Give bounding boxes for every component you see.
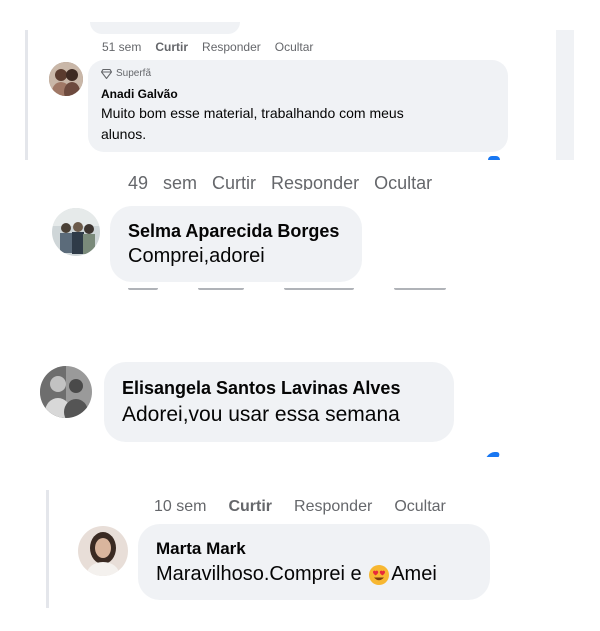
scroll-indicator — [488, 156, 500, 160]
comment-panel-1: 51 sem Curtir Responder Ocultar Superfã … — [25, 22, 574, 160]
avatar[interactable] — [78, 526, 128, 576]
comment-bubble: Superfã Anadi Galvão Muito bom esse mate… — [88, 60, 508, 152]
timestamp[interactable]: 51 sem — [102, 40, 141, 54]
previous-bubble-bottom — [90, 22, 240, 34]
comment-bubble: Selma Aparecida Borges Comprei,adorei — [110, 206, 362, 282]
comment-actions: 51 sem Curtir Responder Ocultar — [102, 40, 313, 54]
comment-text: Maravilhoso.Comprei e Amei — [156, 563, 437, 586]
thread-line — [25, 30, 28, 160]
author-name[interactable]: Selma Aparecida Borges — [128, 221, 339, 242]
cropped-actions-top: 49 sem Curtir Responder Ocultar — [128, 176, 433, 190]
cropped-actions-bottom — [128, 288, 458, 293]
comment-bubble: Marta Mark Maravilhoso.Comprei e Amei — [138, 524, 490, 600]
like-button[interactable]: Curtir — [228, 498, 272, 516]
avatar[interactable] — [40, 366, 92, 418]
comment-text-line-2: alunos. — [101, 126, 147, 142]
avatar[interactable] — [52, 208, 100, 256]
thread-line — [46, 490, 49, 608]
reply-button[interactable]: Responder — [202, 40, 261, 54]
diamond-icon — [101, 68, 112, 79]
scrollbar-track — [556, 30, 574, 160]
badge-label: Superfã — [116, 68, 152, 79]
comment-bubble: Elisangela Santos Lavinas Alves Adorei,v… — [104, 362, 454, 442]
comment-text: Comprei,adorei — [128, 245, 265, 267]
scroll-indicator — [486, 452, 502, 457]
avatar-photo-icon — [40, 366, 92, 418]
timestamp[interactable]: 10 sem — [154, 498, 206, 516]
comment-text: Adorei,vou usar essa semana — [122, 403, 400, 426]
comment-panel-4: 10 sem Curtir Responder Ocultar Marta Ma… — [46, 490, 500, 608]
comment-text-line-1: Muito bom esse material, trabalhando com… — [101, 105, 404, 121]
superfan-badge: Superfã — [101, 68, 151, 79]
hide-button[interactable]: Ocultar — [394, 498, 446, 516]
author-name[interactable]: Elisangela Santos Lavinas Alves — [122, 378, 400, 399]
comment-text-part-1: Maravilhoso.Comprei e — [156, 563, 368, 585]
comment-text-part-2: Amei — [391, 563, 437, 585]
avatar-photo-icon — [49, 62, 83, 96]
heart-eyes-emoji-icon — [369, 564, 390, 585]
reply-button[interactable]: Responder — [294, 498, 372, 516]
avatar[interactable] — [49, 62, 83, 96]
avatar-photo-icon — [78, 526, 128, 576]
hide-button[interactable]: Ocultar — [275, 40, 314, 54]
comment-actions: 10 sem Curtir Responder Ocultar — [154, 498, 446, 516]
avatar-photo-icon — [52, 208, 100, 256]
author-name[interactable]: Anadi Galvão — [101, 87, 178, 101]
author-name[interactable]: Marta Mark — [156, 539, 246, 559]
like-button[interactable]: Curtir — [155, 40, 188, 54]
